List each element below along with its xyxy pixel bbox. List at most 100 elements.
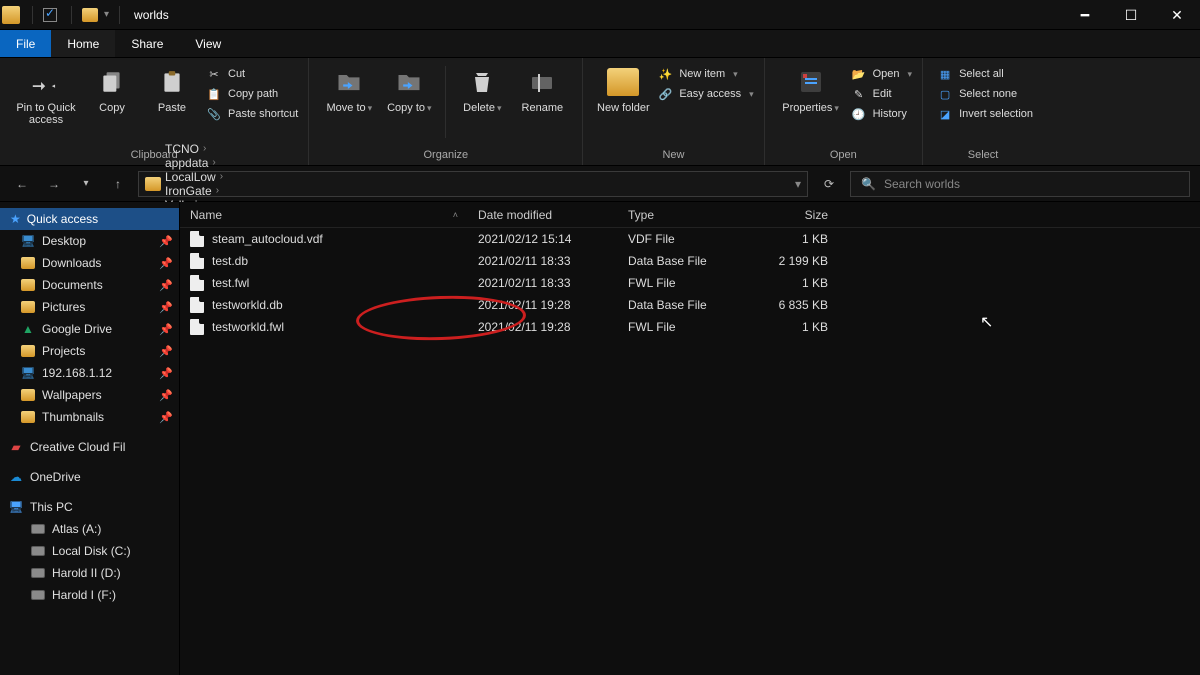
tab-file[interactable]: File: [0, 30, 51, 57]
qat-folder-icon[interactable]: [82, 8, 98, 22]
edit-button[interactable]: ✎Edit: [851, 86, 912, 102]
file-icon: [190, 275, 204, 291]
pin-icon: 📌: [159, 411, 173, 424]
history-button[interactable]: 🕘History: [851, 106, 912, 122]
address-dropdown-icon[interactable]: ▾: [795, 177, 801, 191]
drive-icon: [30, 543, 46, 559]
tab-view[interactable]: View: [179, 30, 237, 57]
sidebar-item[interactable]: Pictures📌: [0, 296, 179, 318]
sidebar-drive[interactable]: Harold I (F:): [0, 584, 179, 606]
new-folder-button[interactable]: New folder: [593, 62, 653, 114]
select-none-button[interactable]: ▢Select none: [937, 86, 1033, 102]
group-new: New folder ✨New item▾ 🔗Easy access▾ New: [583, 58, 764, 165]
properties-button[interactable]: Properties▾: [775, 62, 847, 114]
sidebar-item[interactable]: Thumbnails📌: [0, 406, 179, 428]
paste-button[interactable]: Paste: [142, 62, 202, 114]
search-box[interactable]: 🔍 Search worlds: [850, 171, 1190, 197]
breadcrumb-segment[interactable]: LocalLow›: [165, 170, 223, 184]
quick-access-toolbar: ▾: [28, 6, 124, 24]
group-clipboard: Pin to Quick access Copy Paste ✂Cut 📋Cop…: [0, 58, 309, 165]
breadcrumb-segment[interactable]: IronGate›: [165, 184, 223, 198]
qat-check-icon[interactable]: [43, 8, 57, 22]
qat-dropdown-icon[interactable]: ▾: [104, 9, 109, 20]
easy-access-button[interactable]: 🔗Easy access▾: [657, 86, 753, 102]
window-title: worlds: [134, 8, 169, 22]
open-icon: 📂: [851, 66, 867, 82]
pin-icon: 📌: [159, 235, 173, 248]
delete-button[interactable]: Delete▾: [452, 62, 512, 114]
pin-to-quick-access-button[interactable]: Pin to Quick access: [10, 62, 82, 126]
paste-shortcut-icon: 📎: [206, 106, 222, 122]
cut-button[interactable]: ✂Cut: [206, 66, 298, 82]
table-row[interactable]: test.fwl 2021/02/11 18:33 FWL File 1 KB: [180, 272, 1200, 294]
rename-button[interactable]: Rename: [512, 62, 572, 114]
close-button[interactable]: ✕: [1154, 0, 1200, 30]
table-row[interactable]: testworkld.fwl 2021/02/11 19:28 FWL File…: [180, 316, 1200, 338]
pin-icon: 📌: [159, 257, 173, 270]
pin-icon: 📌: [159, 389, 173, 402]
main-area: ★ Quick access 🖥Desktop📌Downloads📌Docume…: [0, 202, 1200, 675]
copy-to-icon: [393, 66, 425, 98]
invert-selection-button[interactable]: ◪Invert selection: [937, 106, 1033, 122]
copy-to-button[interactable]: Copy to▾: [379, 62, 439, 114]
ribbon-tabs: File Home Share View: [0, 30, 1200, 58]
pin-icon: 📌: [159, 345, 173, 358]
breadcrumb-segment[interactable]: appdata›: [165, 156, 223, 170]
maximize-button[interactable]: ☐: [1108, 0, 1154, 30]
file-icon: [190, 297, 204, 313]
sidebar-item[interactable]: 🖥Desktop📌: [0, 230, 179, 252]
copy-path-icon: 📋: [206, 86, 222, 102]
open-button[interactable]: 📂Open▾: [851, 66, 912, 82]
group-select: ▦Select all ▢Select none ◪Invert selecti…: [923, 58, 1043, 165]
table-row[interactable]: testworkld.db 2021/02/11 19:28 Data Base…: [180, 294, 1200, 316]
search-icon: 🔍: [861, 177, 876, 191]
sidebar-creative-cloud[interactable]: ▰ Creative Cloud Fil: [0, 436, 179, 458]
up-button[interactable]: ↑: [106, 172, 130, 196]
back-button[interactable]: ←: [10, 172, 34, 196]
sidebar-item[interactable]: ▲Google Drive📌: [0, 318, 179, 340]
sidebar-quick-access[interactable]: ★ Quick access: [0, 208, 179, 230]
sidebar-onedrive[interactable]: ☁ OneDrive: [0, 466, 179, 488]
address-bar[interactable]: TCNO›appdata›LocalLow›IronGate›Valheim›w…: [138, 171, 808, 197]
recent-dropdown[interactable]: ▾: [74, 172, 98, 196]
file-list: Name˄ Date modified Type Size steam_auto…: [180, 202, 1200, 675]
drive-icon: [30, 587, 46, 603]
minimize-button[interactable]: ━: [1062, 0, 1108, 30]
navigation-pane: ★ Quick access 🖥Desktop📌Downloads📌Docume…: [0, 202, 180, 675]
sidebar-this-pc[interactable]: 🖥 This PC: [0, 496, 179, 518]
select-all-button[interactable]: ▦Select all: [937, 66, 1033, 82]
sidebar-item[interactable]: Downloads📌: [0, 252, 179, 274]
paste-icon: [156, 66, 188, 98]
sidebar-drive[interactable]: Local Disk (C:): [0, 540, 179, 562]
table-row[interactable]: test.db 2021/02/11 18:33 Data Base File …: [180, 250, 1200, 272]
sidebar-item[interactable]: 🖥192.168.1.12📌: [0, 362, 179, 384]
tab-share[interactable]: Share: [115, 30, 179, 57]
sidebar-drive[interactable]: Harold II (D:): [0, 562, 179, 584]
copy-button[interactable]: Copy: [82, 62, 142, 114]
column-size[interactable]: Size: [748, 202, 838, 227]
sidebar-item[interactable]: Documents📌: [0, 274, 179, 296]
copy-path-button[interactable]: 📋Copy path: [206, 86, 298, 102]
cut-icon: ✂: [206, 66, 222, 82]
column-type[interactable]: Type: [618, 202, 748, 227]
table-row[interactable]: steam_autocloud.vdf 2021/02/12 15:14 VDF…: [180, 228, 1200, 250]
sidebar-item[interactable]: Wallpapers📌: [0, 384, 179, 406]
sidebar-item[interactable]: Projects📌: [0, 340, 179, 362]
paste-shortcut-button[interactable]: 📎Paste shortcut: [206, 106, 298, 122]
forward-button[interactable]: →: [42, 172, 66, 196]
sidebar-drive[interactable]: Atlas (A:): [0, 518, 179, 540]
move-to-button[interactable]: Move to▾: [319, 62, 379, 114]
title-bar: ▾ worlds ━ ☐ ✕: [0, 0, 1200, 30]
tab-home[interactable]: Home: [51, 30, 115, 57]
column-name[interactable]: Name˄: [180, 202, 468, 227]
file-icon: [190, 253, 204, 269]
move-to-icon: [333, 66, 365, 98]
edit-icon: ✎: [851, 86, 867, 102]
new-item-button[interactable]: ✨New item▾: [657, 66, 753, 82]
refresh-button[interactable]: ⟳: [816, 171, 842, 197]
this-pc-icon: 🖥: [8, 499, 24, 515]
column-date[interactable]: Date modified: [468, 202, 618, 227]
sidebar-item-icon: 🖥: [20, 365, 36, 381]
breadcrumb-segment[interactable]: TCNO›: [165, 142, 223, 156]
history-icon: 🕘: [851, 106, 867, 122]
